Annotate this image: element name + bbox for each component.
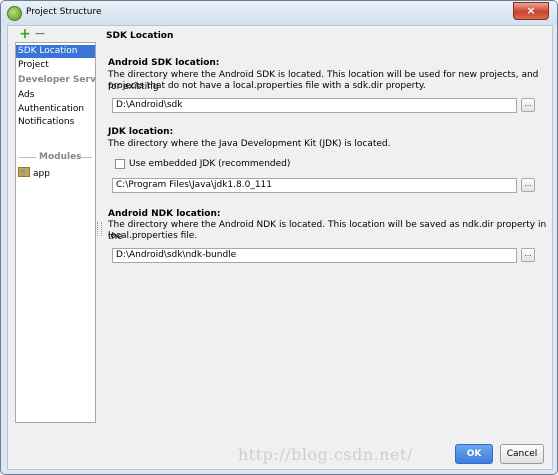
ok-button[interactable]: OK [455, 444, 493, 464]
android-sdk-label: Android SDK location: [108, 58, 220, 68]
module-folder-icon [18, 167, 30, 177]
dialog-body: + − SDK Location Project Developer Servi… [7, 25, 553, 470]
jdk-description: The directory where the Java Development… [108, 139, 391, 149]
sidebar-item-label: app [33, 169, 50, 179]
modules-separator: Modules [16, 151, 95, 164]
add-icon[interactable]: + [19, 27, 31, 41]
title-bar[interactable]: Project Structure × [1, 1, 557, 25]
android-studio-icon [7, 6, 22, 21]
android-ndk-browse-button[interactable]: ... [521, 248, 535, 262]
android-sdk-path-input[interactable]: D:\Android\sdk [112, 98, 517, 113]
android-sdk-description-line2: projects that do not have a local.proper… [108, 81, 426, 91]
watermark-text: http://blog.csdn.net/ [238, 445, 413, 464]
android-ndk-label: Android NDK location: [108, 209, 221, 219]
sidebar-item-project[interactable]: Project [16, 59, 95, 72]
android-ndk-path-input[interactable]: D:\Android\sdk\ndk-bundle [112, 248, 517, 263]
use-embedded-jdk-checkbox[interactable] [115, 159, 125, 169]
sdk-location-pane: SDK Location Android SDK location: The d… [104, 26, 550, 456]
cancel-button[interactable]: Cancel [500, 444, 544, 464]
android-ndk-description-line2: local.properties file. [108, 231, 198, 241]
sidebar: SDK Location Project Developer Servic...… [15, 42, 96, 423]
close-button[interactable]: × [513, 2, 549, 20]
sidebar-item-authentication[interactable]: Authentication [16, 103, 95, 116]
separator-line [19, 157, 36, 158]
jdk-path-input[interactable]: C:\Program Files\Java\jdk1.8.0_111 [112, 178, 517, 193]
android-sdk-browse-button[interactable]: ... [521, 98, 535, 112]
jdk-browse-button[interactable]: ... [521, 178, 535, 192]
splitter-handle[interactable] [97, 222, 102, 236]
remove-icon[interactable]: − [34, 27, 46, 41]
sidebar-item-notifications[interactable]: Notifications [16, 116, 95, 129]
use-embedded-jdk-label[interactable]: Use embedded JDK (recommended) [129, 158, 290, 170]
modules-header: Modules [39, 152, 82, 162]
project-structure-window: Project Structure × + − SDK Location Pro… [0, 0, 558, 475]
jdk-label: JDK location: [108, 127, 174, 137]
sidebar-item-ads[interactable]: Ads [16, 89, 95, 102]
window-title: Project Structure [26, 7, 102, 17]
separator-line [78, 157, 92, 158]
sidebar-item-sdk-location[interactable]: SDK Location [16, 45, 95, 58]
sidebar-header-developer-services: Developer Servic... [18, 75, 95, 85]
sidebar-item-app[interactable]: app [16, 167, 95, 180]
section-title: SDK Location [106, 31, 174, 41]
